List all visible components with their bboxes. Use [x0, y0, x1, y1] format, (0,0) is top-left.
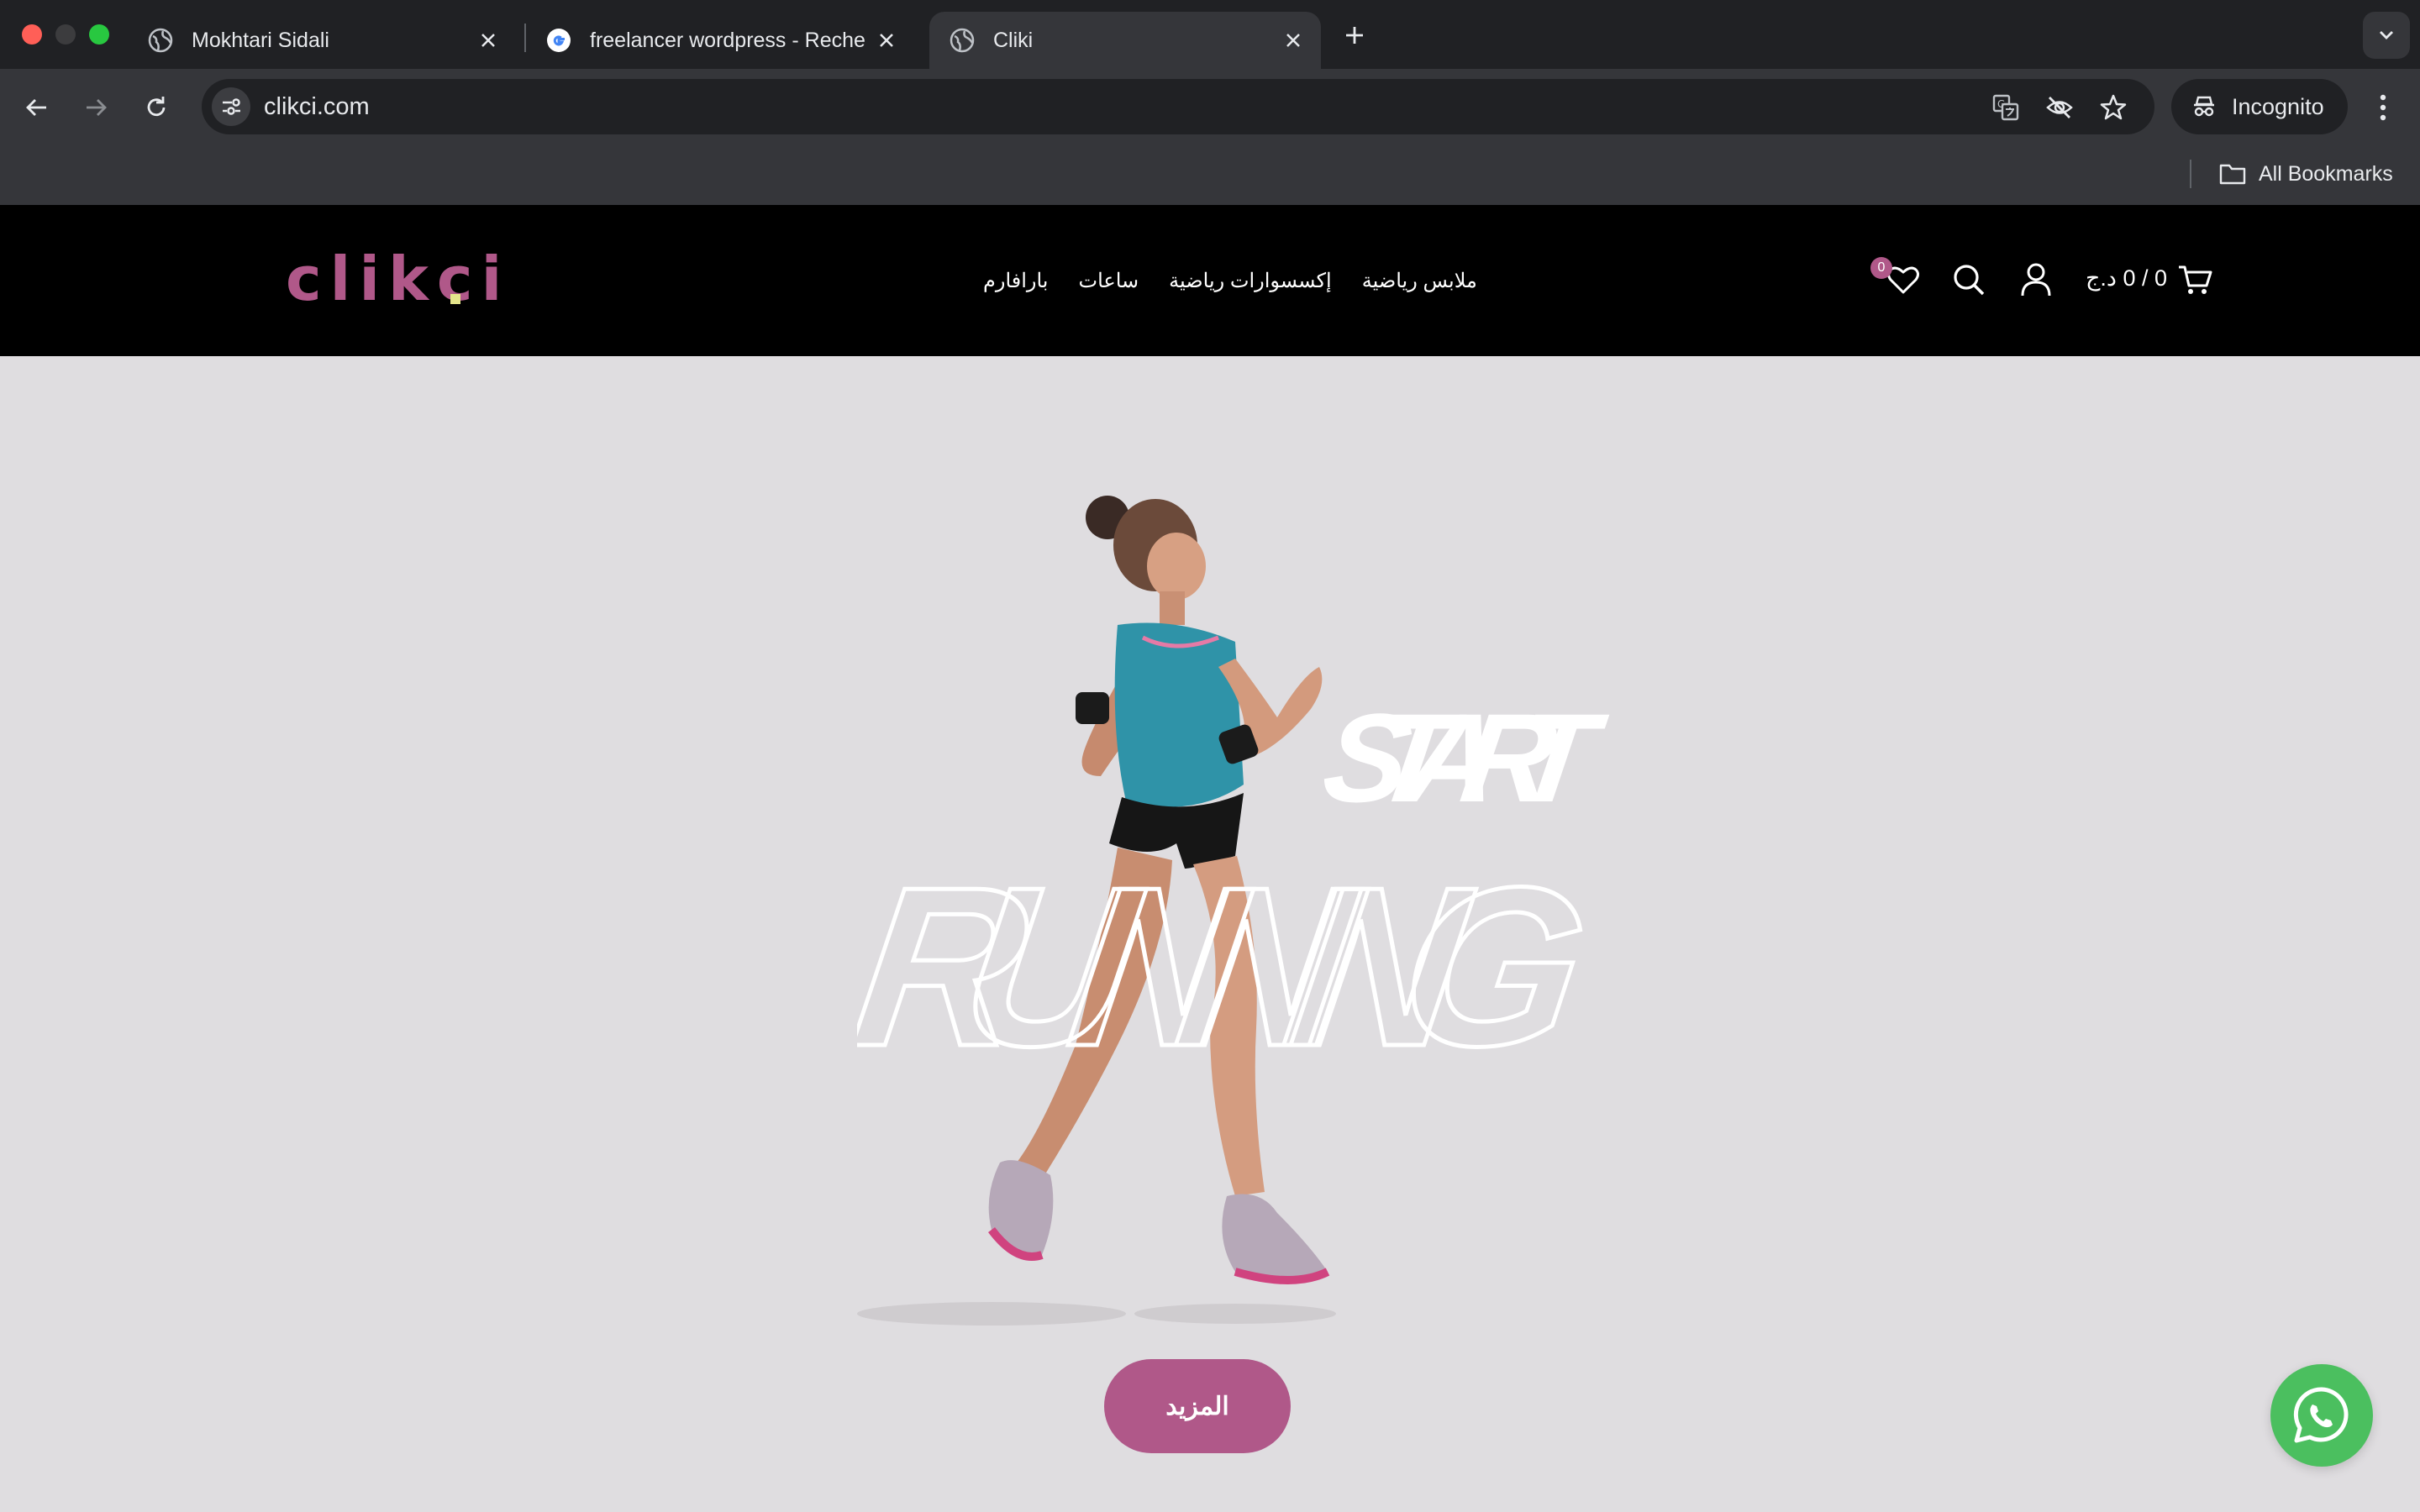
nav-item-sportswear[interactable]: ملابس رياضية	[1362, 269, 1477, 293]
browser-tab[interactable]: freelancer wordpress - Reche	[526, 12, 914, 69]
wishlist-count-badge: 0	[1870, 257, 1892, 279]
bookmarks-separator	[2190, 160, 2191, 188]
globe-icon	[950, 28, 975, 53]
incognito-label: Incognito	[2232, 93, 2324, 119]
whatsapp-icon	[2293, 1387, 2349, 1443]
more-menu-icon[interactable]	[2366, 89, 2400, 126]
account-user-icon[interactable]	[2015, 259, 2057, 301]
nav-item-parapharmacy[interactable]: بارافارم	[983, 269, 1048, 293]
reload-icon[interactable]	[138, 89, 175, 126]
hero-banner: START RUNNING المزيد	[0, 356, 2420, 1512]
search-icon[interactable]	[1948, 259, 1990, 301]
bookmarks-bar: All Bookmarks	[0, 144, 2420, 205]
folder-icon	[2218, 160, 2247, 188]
browser-toolbar: clikci.com G Incognito	[0, 69, 2420, 144]
more-button[interactable]: المزيد	[1104, 1359, 1291, 1453]
incognito-icon	[2190, 92, 2218, 121]
tab-search-chevron-icon[interactable]	[2363, 12, 2410, 59]
translate-icon[interactable]: G	[1991, 93, 2020, 122]
browser-tab-active[interactable]: Cliki	[929, 12, 1321, 69]
tab-title: Cliki	[993, 28, 1034, 52]
url-text: clikci.com	[264, 93, 370, 120]
nav-item-watches[interactable]: ساعات	[1078, 269, 1139, 293]
headline-running: RUNNING	[857, 840, 1600, 1079]
site-header: clikci ملابس رياضية إكسسوارات رياضية ساع…	[0, 205, 2420, 356]
headline-start: START	[1316, 688, 1613, 828]
close-window-button[interactable]	[22, 24, 42, 45]
nav-item-sport-accessories[interactable]: إكسسوارات رياضية	[1169, 269, 1332, 293]
close-tab-icon[interactable]	[474, 26, 502, 55]
logo-accent-dot	[450, 294, 460, 304]
globe-icon	[148, 28, 173, 53]
site-logo[interactable]: clikci	[286, 244, 510, 314]
main-navigation: ملابس رياضية إكسسوارات رياضية ساعات بارا…	[983, 264, 1477, 297]
cart-total[interactable]: 0 / 0 د.ج	[2086, 265, 2167, 291]
site-settings-icon[interactable]	[212, 87, 250, 126]
close-tab-icon[interactable]	[1279, 26, 1307, 55]
tab-title: freelancer wordpress - Reche	[590, 28, 865, 52]
maximize-window-button[interactable]	[89, 24, 109, 45]
shopping-cart-icon[interactable]	[2175, 259, 2217, 301]
minimize-window-button[interactable]	[55, 24, 76, 45]
new-tab-icon[interactable]	[1338, 18, 1371, 52]
google-icon	[546, 28, 571, 53]
address-bar[interactable]: clikci.com G	[202, 79, 2154, 134]
browser-tab[interactable]: Mokhtari Sidali	[128, 12, 516, 69]
incognito-badge[interactable]: Incognito	[2171, 79, 2348, 134]
all-bookmarks-label: All Bookmarks	[2259, 161, 2393, 186]
eye-off-icon[interactable]	[2045, 93, 2074, 122]
all-bookmarks-button[interactable]: All Bookmarks	[2218, 160, 2393, 188]
back-arrow-icon[interactable]	[18, 89, 55, 126]
bookmark-star-icon[interactable]	[2099, 93, 2128, 122]
whatsapp-chat-button[interactable]	[2270, 1364, 2373, 1467]
hero-headline: START RUNNING	[857, 688, 1613, 1079]
forward-arrow-icon[interactable]	[77, 89, 114, 126]
close-tab-icon[interactable]	[872, 26, 901, 55]
browser-tab-bar: Mokhtari Sidali freelancer wordpress - R…	[0, 0, 2420, 69]
tab-title: Mokhtari Sidali	[192, 28, 329, 52]
